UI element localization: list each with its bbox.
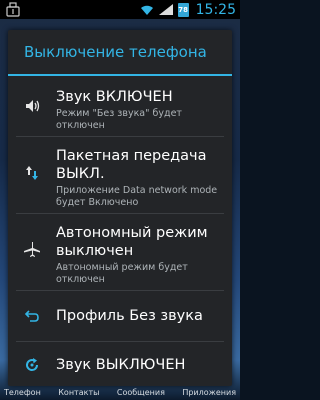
menu-item-sublabel: Режим "Без звука" будет отключен xyxy=(56,108,182,131)
airplane-icon xyxy=(22,240,42,260)
profile-return-icon xyxy=(22,306,42,326)
menu-item-label: Автономный режим выключен xyxy=(56,225,208,259)
menu-item-label: Пакетная передача ВЫКЛ. xyxy=(56,148,207,182)
home-dock: Телефон Контакты Сообщения Приложения xyxy=(0,386,240,400)
usb-icon xyxy=(6,2,20,17)
menu-item-data-transfer[interactable]: Пакетная передача ВЫКЛ. Приложение Data … xyxy=(8,137,232,213)
signal-icon xyxy=(158,4,173,15)
status-time: 15:25 xyxy=(195,1,236,18)
wifi-icon xyxy=(140,5,153,15)
dock-label-contacts[interactable]: Контакты xyxy=(58,386,99,400)
dock-label-apps[interactable]: Приложения xyxy=(182,386,236,400)
dock-label-messages[interactable]: Сообщения xyxy=(117,386,165,400)
menu-item-airplane-mode[interactable]: Автономный режим выключен Автономный реж… xyxy=(8,214,232,290)
menu-item-label: Профиль Без звука xyxy=(56,308,203,324)
menu-item-label: Звук ВКЛЮЧЕН xyxy=(56,89,173,105)
dialog-title: Выключение телефона xyxy=(24,43,207,61)
dock-label-phone[interactable]: Телефон xyxy=(4,386,41,400)
menu-item-profile-silent[interactable]: Профиль Без звука xyxy=(8,291,232,341)
power-off-dialog: Выключение телефона Звук ВКЛЮЧЕН Режим "… xyxy=(8,30,232,386)
battery-icon: 78 xyxy=(177,2,189,17)
menu-item-sound-off[interactable]: Звук ВЫКЛЮЧЕН xyxy=(8,342,232,386)
menu-item-label: Звук ВЫКЛЮЧЕН xyxy=(56,357,186,373)
refresh-icon xyxy=(22,355,42,375)
menu-item-sound-on[interactable]: Звук ВКЛЮЧЕН Режим "Без звука" будет отк… xyxy=(8,76,232,136)
sound-on-icon xyxy=(22,96,42,116)
menu-item-sublabel: Приложение Data network mode будет Включ… xyxy=(56,185,218,208)
status-bar: 78 15:25 xyxy=(0,0,240,19)
menu-item-sublabel: Автономный режим будет отключен xyxy=(56,262,188,285)
data-transfer-icon xyxy=(22,163,42,183)
